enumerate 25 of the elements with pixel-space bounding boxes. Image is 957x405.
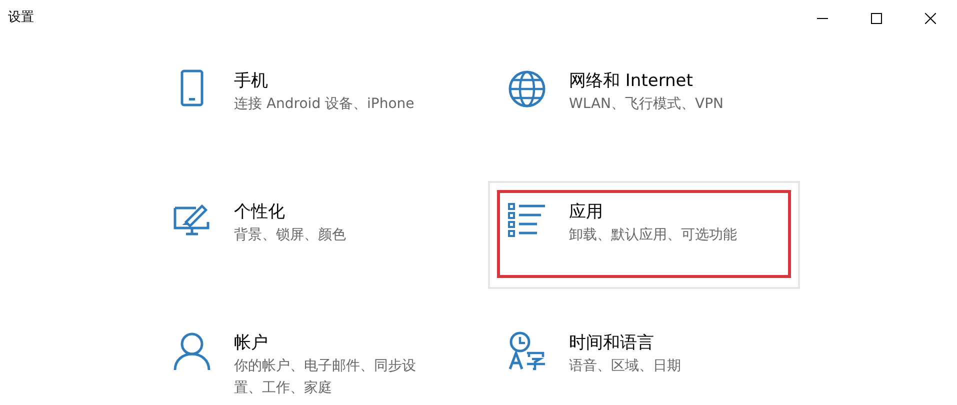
tile-description: 卸载、默认应用、可选功能: [569, 226, 738, 245]
tile-description: WLAN、飞行模式、VPN: [569, 95, 725, 114]
list-icon: [507, 200, 547, 240]
window-title: 设置: [7, 9, 34, 28]
tile-title: 时间和语言: [569, 332, 655, 355]
clock-letter-icon: [507, 331, 547, 371]
settings-tile[interactable]: 应用 卸载、默认应用、可选功能: [488, 181, 800, 289]
tile-title: 应用: [569, 201, 604, 224]
tile-title: 个性化: [234, 201, 286, 224]
close-icon: [924, 12, 936, 24]
settings-tile[interactable]: 个性化 背景、锁屏、颜色: [153, 181, 465, 289]
settings-tile[interactable]: 手机 连接 Android 设备、iPhone: [153, 50, 465, 158]
settings-tile[interactable]: 时间和语言 语音、区域、日期: [488, 312, 800, 405]
person-icon: [172, 331, 212, 371]
globe-icon: [507, 69, 547, 109]
tile-title: 帐户: [234, 332, 269, 355]
settings-tile[interactable]: 网络和 Internet WLAN、飞行模式、VPN: [488, 50, 800, 158]
maximize-icon: [870, 12, 882, 24]
tile-description: 连接 Android 设备、iPhone: [234, 95, 416, 114]
tile-description: 背景、锁屏、颜色: [234, 226, 347, 245]
tile-title: 手机: [234, 70, 269, 93]
tile-description: 你的帐户、电子邮件、同步设置、工作、家庭: [234, 357, 417, 398]
tile-title: 网络和 Internet: [569, 70, 694, 93]
tile-description: 语音、区域、日期: [569, 357, 682, 376]
settings-tile[interactable]: 帐户 你的帐户、电子邮件、同步设置、工作、家庭: [153, 312, 465, 405]
